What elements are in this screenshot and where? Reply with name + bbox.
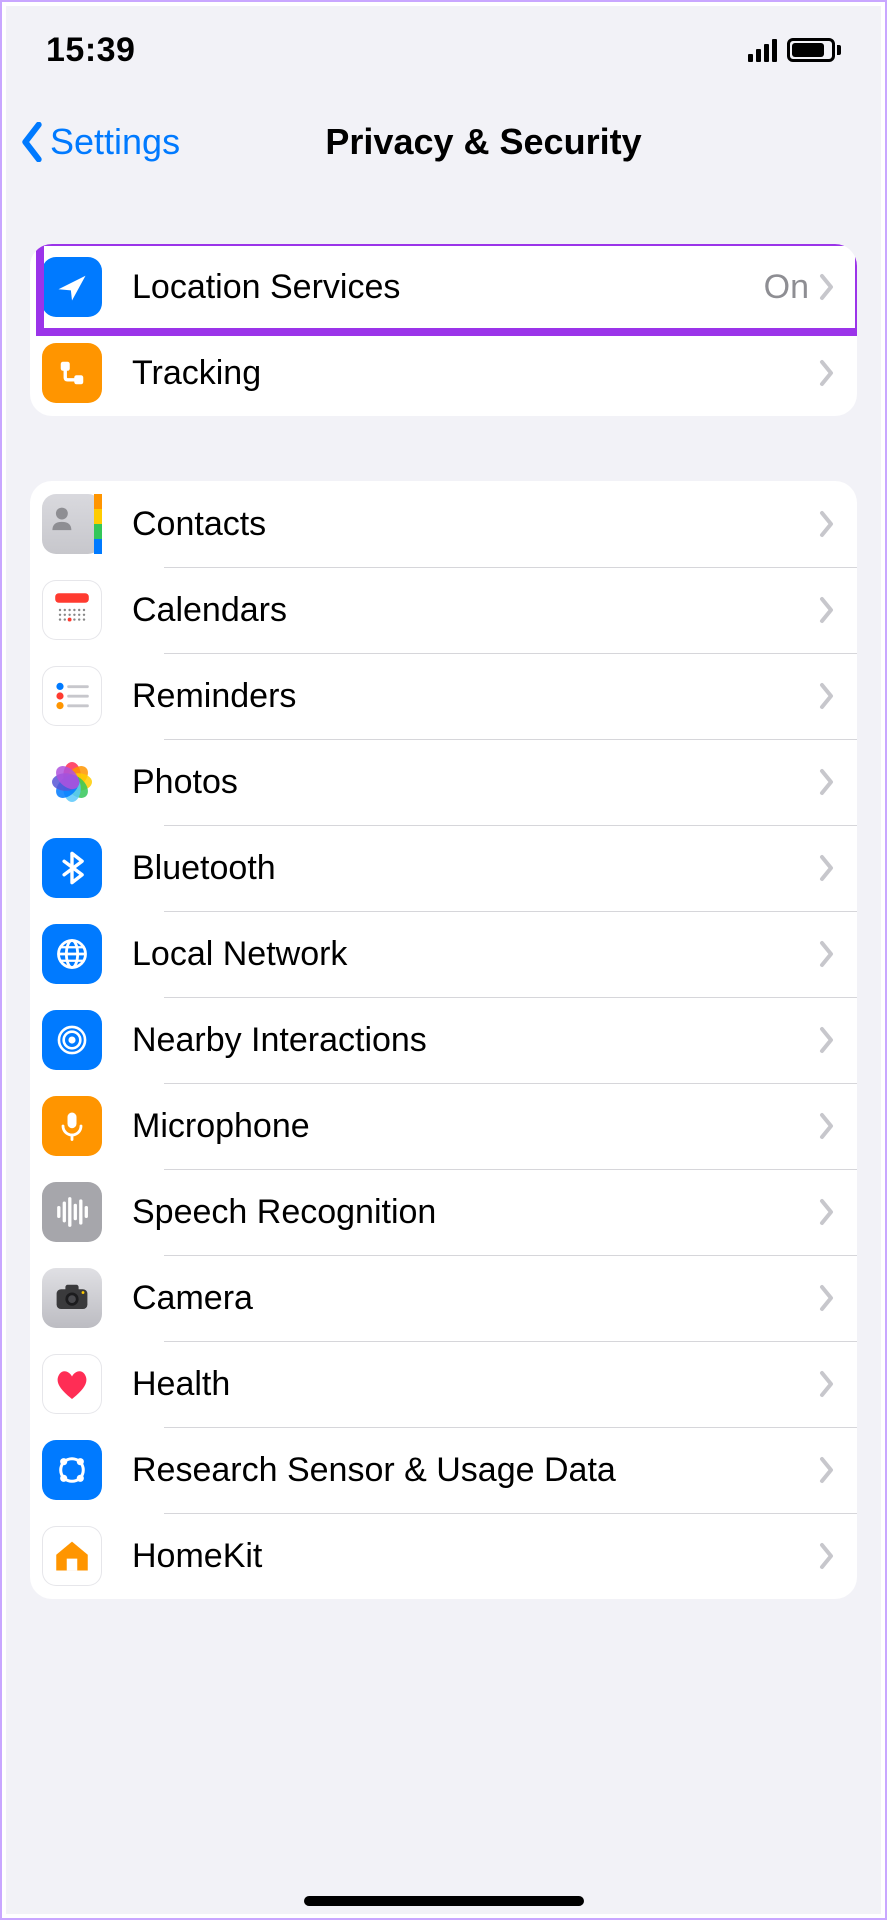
chevron-right-icon — [819, 768, 835, 796]
microphone-icon — [42, 1096, 102, 1156]
settings-group-privacy: Contacts Calendars — [30, 481, 857, 1599]
nearby-interactions-icon — [42, 1010, 102, 1070]
status-indicators — [748, 38, 841, 62]
back-label: Settings — [50, 121, 180, 163]
row-location-services[interactable]: Location Services On — [30, 244, 857, 330]
reminders-icon — [42, 666, 102, 726]
chevron-right-icon — [819, 1112, 835, 1140]
row-homekit[interactable]: HomeKit — [30, 1513, 857, 1599]
row-tracking[interactable]: Tracking — [30, 330, 857, 416]
row-label: Nearby Interactions — [132, 1021, 819, 1060]
settings-group-location: Location Services On Tracking — [30, 244, 857, 416]
row-label: Photos — [132, 763, 819, 802]
row-bluetooth[interactable]: Bluetooth — [30, 825, 857, 911]
row-label: Contacts — [132, 505, 819, 544]
row-label: Reminders — [132, 677, 819, 716]
row-label: Microphone — [132, 1107, 819, 1146]
chevron-right-icon — [819, 940, 835, 968]
photos-icon — [42, 752, 102, 812]
row-label: Tracking — [132, 354, 819, 393]
chevron-right-icon — [819, 854, 835, 882]
home-indicator[interactable] — [304, 1896, 584, 1906]
camera-icon — [42, 1268, 102, 1328]
chevron-right-icon — [819, 1284, 835, 1312]
row-label: Camera — [132, 1279, 819, 1318]
row-local-network[interactable]: Local Network — [30, 911, 857, 997]
row-label: Location Services — [132, 268, 764, 307]
chevron-right-icon — [819, 359, 835, 387]
chevron-right-icon — [819, 1370, 835, 1398]
row-label: HomeKit — [132, 1537, 819, 1576]
row-microphone[interactable]: Microphone — [30, 1083, 857, 1169]
tracking-icon — [42, 343, 102, 403]
row-photos[interactable]: Photos — [30, 739, 857, 825]
bluetooth-icon — [42, 838, 102, 898]
calendar-icon — [42, 580, 102, 640]
row-speech-recognition[interactable]: Speech Recognition — [30, 1169, 857, 1255]
speech-recognition-icon — [42, 1182, 102, 1242]
row-nearby-interactions[interactable]: Nearby Interactions — [30, 997, 857, 1083]
chevron-right-icon — [819, 510, 835, 538]
row-value: On — [764, 268, 809, 307]
location-arrow-icon — [42, 257, 102, 317]
cellular-signal-icon — [748, 38, 777, 62]
row-camera[interactable]: Camera — [30, 1255, 857, 1341]
row-label: Bluetooth — [132, 849, 819, 888]
health-icon — [42, 1354, 102, 1414]
chevron-right-icon — [819, 1542, 835, 1570]
row-label: Calendars — [132, 591, 819, 630]
row-calendars[interactable]: Calendars — [30, 567, 857, 653]
row-reminders[interactable]: Reminders — [30, 653, 857, 739]
row-contacts[interactable]: Contacts — [30, 481, 857, 567]
row-label: Local Network — [132, 935, 819, 974]
chevron-right-icon — [819, 1198, 835, 1226]
research-icon — [42, 1440, 102, 1500]
page-title: Privacy & Security — [325, 121, 641, 163]
chevron-right-icon — [819, 1026, 835, 1054]
homekit-icon — [42, 1526, 102, 1586]
row-label: Research Sensor & Usage Data — [132, 1451, 819, 1490]
row-label: Health — [132, 1365, 819, 1404]
chevron-right-icon — [819, 273, 835, 301]
back-button[interactable]: Settings — [20, 121, 180, 163]
row-health[interactable]: Health — [30, 1341, 857, 1427]
row-research-sensor[interactable]: Research Sensor & Usage Data — [30, 1427, 857, 1513]
chevron-right-icon — [819, 596, 835, 624]
chevron-left-icon — [20, 122, 44, 162]
local-network-icon — [42, 924, 102, 984]
contacts-icon — [42, 494, 102, 554]
row-label: Speech Recognition — [132, 1193, 819, 1232]
chevron-right-icon — [819, 682, 835, 710]
battery-icon — [787, 38, 841, 62]
nav-header: Settings Privacy & Security — [6, 94, 881, 189]
status-bar: 15:39 — [6, 6, 881, 94]
status-time: 15:39 — [46, 31, 135, 70]
chevron-right-icon — [819, 1456, 835, 1484]
